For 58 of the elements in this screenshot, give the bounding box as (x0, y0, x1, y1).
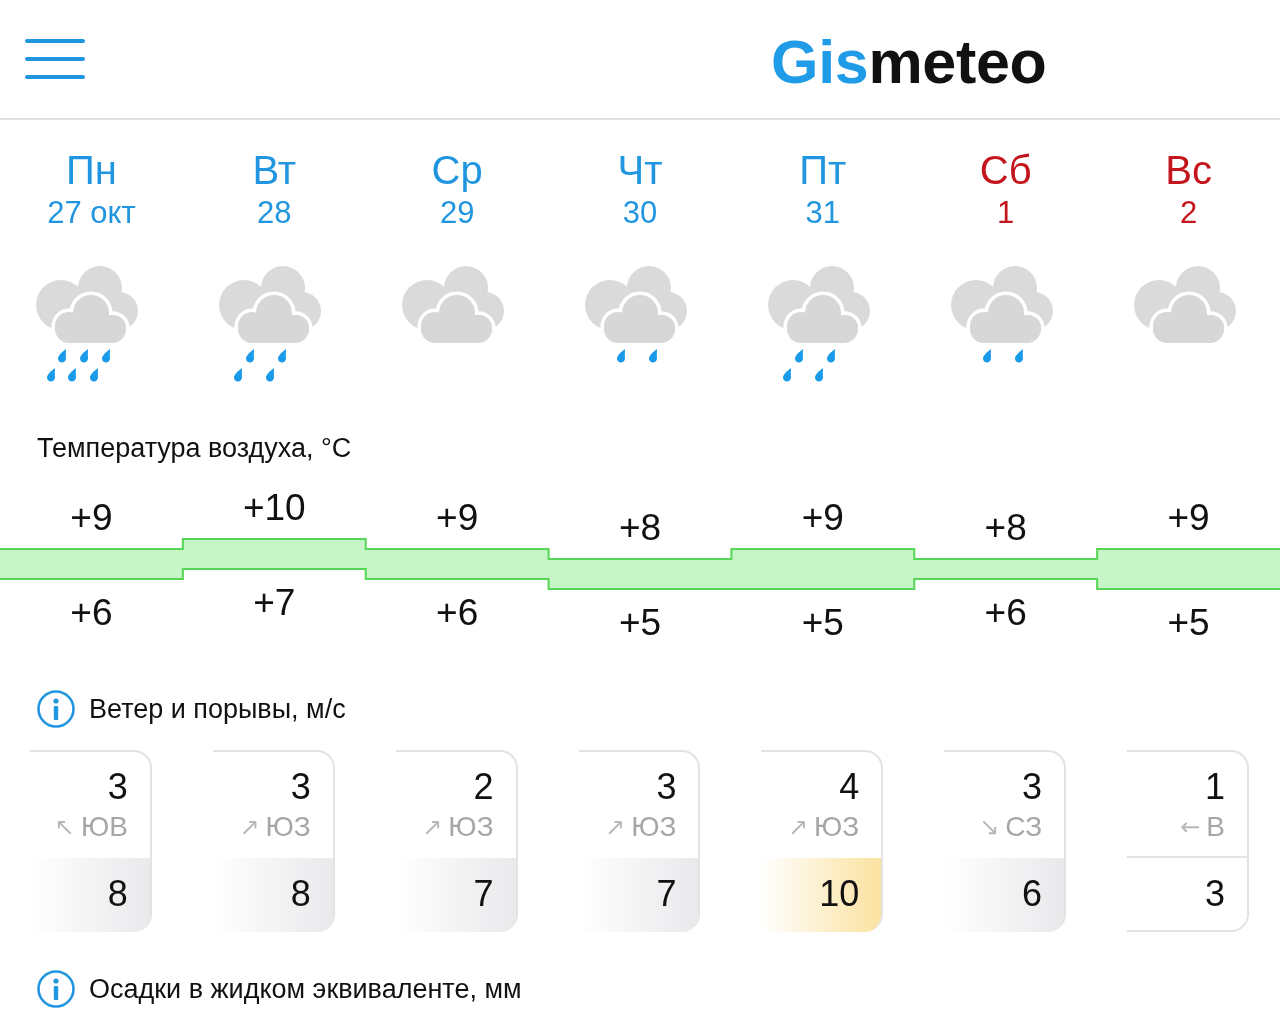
day-date: 30 (622, 194, 658, 232)
wind-direction: ЮЗ (265, 811, 311, 843)
day-date: 28 (257, 194, 292, 232)
direction-arrow: ↗ (605, 813, 626, 841)
min-temperature: +6 (984, 591, 1027, 633)
direction-arrow: ↗ (787, 813, 809, 841)
wind-speed: 3 (107, 767, 128, 807)
direction-arrow: ↗ (239, 813, 260, 841)
max-temperature: +9 (801, 496, 844, 538)
wind-direction: ЮЗ (814, 811, 860, 843)
min-temperature: +5 (801, 601, 844, 643)
min-temperature: +6 (70, 591, 113, 633)
section-title: Ветер и порывы, м/с (89, 693, 346, 725)
section-title: Температура воздуха, °C (37, 432, 352, 464)
wind-direction: ЮЗ (448, 811, 494, 843)
direction-arrow: ↘ (979, 813, 1000, 841)
day-date: 27 окт (47, 194, 136, 232)
min-temperature: +6 (436, 591, 479, 633)
menu-button[interactable] (25, 39, 85, 79)
wind-direction: В (1206, 811, 1225, 843)
max-temperature: +8 (984, 506, 1027, 548)
day-date: 29 (439, 194, 475, 232)
direction-arrow: ← (1180, 813, 1201, 841)
section-title: Осадки в жидком эквиваленте, мм (89, 973, 522, 1005)
wind-gust: 3 (1127, 856, 1247, 930)
logo[interactable]: Gismeteo (771, 31, 1047, 93)
max-temperature: +9 (436, 496, 479, 538)
wind-speed: 1 (1204, 767, 1225, 807)
menu-icon (25, 39, 85, 79)
day-name: Чт (617, 147, 663, 194)
wind-speed: 3 (656, 767, 677, 807)
wind-speed: 3 (290, 767, 311, 807)
info-icon[interactable] (37, 970, 75, 1008)
wind-speed: 2 (473, 767, 494, 807)
day-name: Вс (1165, 147, 1212, 194)
day-name: Пт (799, 147, 847, 194)
info-icon[interactable] (37, 690, 75, 728)
direction-arrow: ↗ (422, 813, 443, 841)
wind-speed: 3 (1022, 767, 1043, 807)
wind-speed: 4 (839, 767, 860, 807)
max-temperature: +10 (242, 486, 306, 528)
min-temperature: +7 (253, 581, 296, 623)
day-date: 31 (805, 194, 841, 232)
wind-direction: ЮВ (80, 811, 128, 843)
day-name: Пн (66, 147, 117, 194)
min-temperature: +5 (618, 601, 662, 643)
max-temperature: +8 (618, 506, 662, 548)
day-date: 2 (1179, 194, 1198, 232)
wind-direction: СЗ (1005, 811, 1043, 843)
day-date: 1 (997, 194, 1015, 232)
wind-direction: ЮЗ (631, 811, 677, 843)
max-temperature: +9 (1167, 496, 1210, 538)
day-name: Сб (979, 147, 1032, 194)
day-name: Ср (431, 147, 483, 194)
max-temperature: +9 (70, 496, 113, 538)
direction-arrow: ↖ (54, 813, 75, 841)
min-temperature: +5 (1167, 601, 1210, 643)
day-name: Вт (252, 147, 297, 194)
